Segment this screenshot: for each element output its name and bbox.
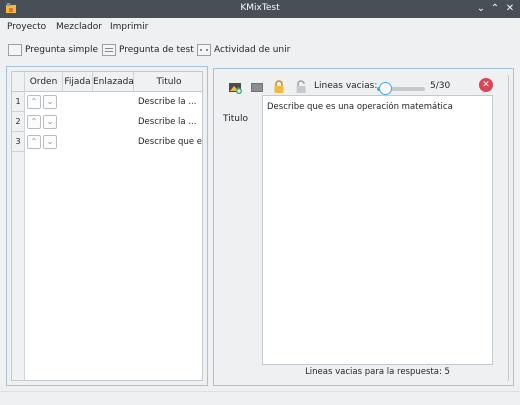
- statusbar: [0, 391, 520, 405]
- table-row[interactable]: 3 ⌃ ⌄ Describe que e...: [12, 132, 203, 152]
- column-enlazada[interactable]: Enlazada: [93, 72, 134, 92]
- arrow-down-icon[interactable]: ⌄: [43, 135, 57, 149]
- questions-panel: Orden Fijada Enlazada Titulo 1 ⌃ ⌄ Descr…: [6, 66, 208, 386]
- pregunta-test-button[interactable]: Pregunta de test: [102, 42, 194, 58]
- arrow-up-icon[interactable]: ⌃: [27, 115, 41, 129]
- titulo-label: Titulo: [223, 114, 248, 124]
- table-header: Orden Fijada Enlazada Titulo: [12, 72, 202, 92]
- row-number: 3: [12, 132, 25, 152]
- column-orden[interactable]: Orden: [25, 72, 63, 92]
- arrow-up-icon[interactable]: ⌃: [27, 135, 41, 149]
- row-title: Describe la ...: [138, 117, 197, 127]
- table-row[interactable]: 2 ⌃ ⌄ Describe la ...: [12, 112, 202, 132]
- menubar: Proyecto Mezclador Imprimir: [0, 18, 520, 38]
- row-title: Describe que e...: [138, 137, 203, 147]
- row-title: Describe la ...: [138, 97, 197, 107]
- questions-table: Orden Fijada Enlazada Titulo 1 ⌃ ⌄ Descr…: [11, 71, 203, 381]
- image-icon[interactable]: [250, 80, 264, 94]
- blank-page-icon: [8, 44, 22, 56]
- actividad-unir-label: Actividad de unir: [214, 45, 291, 55]
- menu-proyecto[interactable]: Proyecto: [7, 22, 46, 32]
- chevron-up-icon[interactable]: ⌃: [488, 2, 502, 16]
- arrow-down-icon[interactable]: ⌄: [43, 115, 57, 129]
- row-number: 2: [12, 112, 25, 132]
- toolbar: Pregunta simple Pregunta de test Activid…: [0, 38, 520, 62]
- arrow-up-icon[interactable]: ⌃: [27, 95, 41, 109]
- list-lines-icon: [102, 44, 116, 56]
- close-icon[interactable]: ✕: [503, 2, 517, 16]
- column-titulo[interactable]: Titulo: [134, 72, 202, 92]
- question-text-area[interactable]: Describe que es una operación matemática: [262, 95, 493, 365]
- add-image-icon[interactable]: [228, 80, 242, 94]
- menu-mezclador[interactable]: Mezclador: [56, 22, 102, 32]
- remove-circle-icon[interactable]: ✕: [479, 78, 493, 92]
- lineas-footer: Lineas vacias para la respuesta: 5: [305, 367, 450, 377]
- window-title: KMixTest: [240, 3, 280, 13]
- row-header-gutter: [12, 152, 25, 380]
- actividad-unir-button[interactable]: Actividad de unir: [197, 42, 290, 58]
- table-corner: [12, 72, 25, 92]
- lineas-vacias-value: 5/30: [430, 81, 451, 91]
- table-row[interactable]: 1 ⌃ ⌄ Describe la ...: [12, 92, 202, 112]
- pregunta-simple-label: Pregunta simple: [25, 45, 99, 55]
- pregunta-test-label: Pregunta de test: [119, 45, 194, 55]
- lineas-vacias-label: Lineas vacias:: [314, 81, 378, 91]
- slider-handle[interactable]: [379, 82, 392, 95]
- lock-closed-icon[interactable]: [272, 80, 286, 94]
- editor-panel: Lineas vacias: 5/30 ✕ Titulo Describe qu…: [213, 68, 514, 386]
- question-text: Describe que es una operación matemática: [267, 102, 453, 112]
- join-dots-icon: [197, 44, 211, 56]
- pregunta-simple-button[interactable]: Pregunta simple: [8, 42, 98, 58]
- column-fijada[interactable]: Fijada: [63, 72, 93, 92]
- chevron-down-icon[interactable]: ⌄: [474, 2, 488, 16]
- window-titlebar: KMixTest ⌄ ⌃ ✕: [0, 0, 520, 18]
- row-number: 1: [12, 92, 25, 112]
- lineas-vacias-slider[interactable]: [377, 82, 425, 95]
- menu-imprimir[interactable]: Imprimir: [110, 22, 148, 32]
- lock-open-icon[interactable]: [294, 80, 308, 94]
- arrow-down-icon[interactable]: ⌄: [43, 95, 57, 109]
- panel-scrollbar[interactable]: [508, 75, 509, 381]
